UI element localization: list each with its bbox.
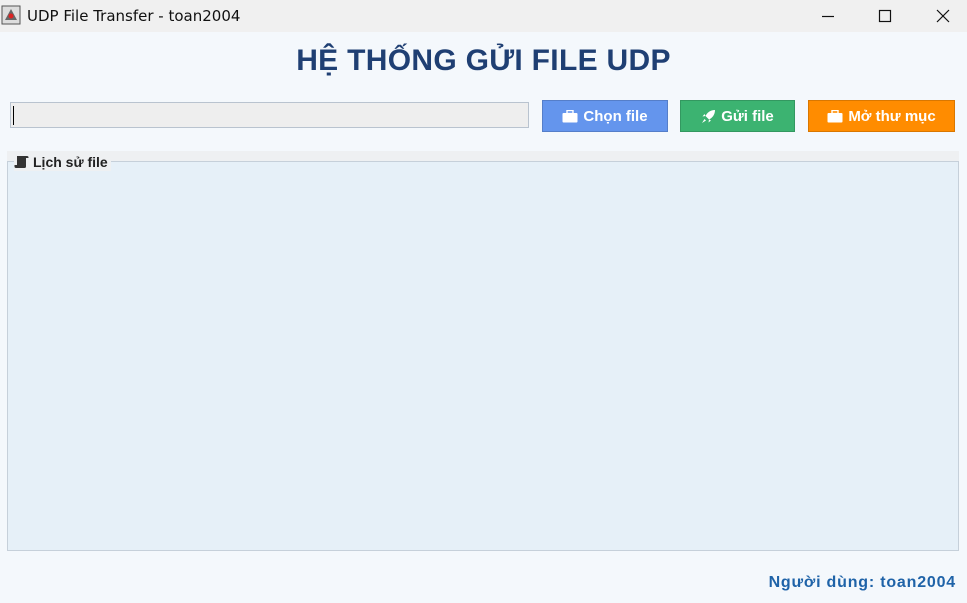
choose-file-button[interactable]: Chọn file	[542, 100, 668, 132]
rocket-icon	[702, 109, 716, 123]
send-file-label: Gửi file	[721, 107, 774, 125]
close-button[interactable]	[914, 0, 967, 32]
window-title: UDP File Transfer - toan2004	[27, 7, 241, 25]
current-user-label: Người dùng: toan2004	[768, 574, 956, 591]
minimize-button[interactable]	[799, 0, 857, 32]
open-folder-label: Mở thư mục	[848, 107, 936, 125]
file-path-input[interactable]	[10, 102, 529, 128]
page-title: HỆ THỐNG GỬI FILE UDP	[296, 44, 671, 77]
briefcase-icon	[827, 109, 843, 122]
java-app-icon	[1, 5, 21, 25]
history-list[interactable]	[8, 172, 958, 550]
history-title: Lịch sử file	[14, 153, 111, 171]
history-title-label: Lịch sử file	[33, 154, 108, 170]
close-icon	[936, 9, 950, 23]
send-file-button[interactable]: Gửi file	[680, 100, 795, 132]
open-folder-button[interactable]: Mở thư mục	[808, 100, 955, 132]
title-bar[interactable]: UDP File Transfer - toan2004	[0, 0, 967, 32]
scroll-icon	[14, 156, 29, 168]
minimize-icon	[822, 15, 834, 18]
choose-file-label: Chọn file	[583, 107, 648, 125]
text-caret	[13, 106, 14, 125]
maximize-icon	[878, 9, 892, 23]
briefcase-icon	[562, 109, 578, 122]
maximize-button[interactable]	[856, 0, 914, 32]
